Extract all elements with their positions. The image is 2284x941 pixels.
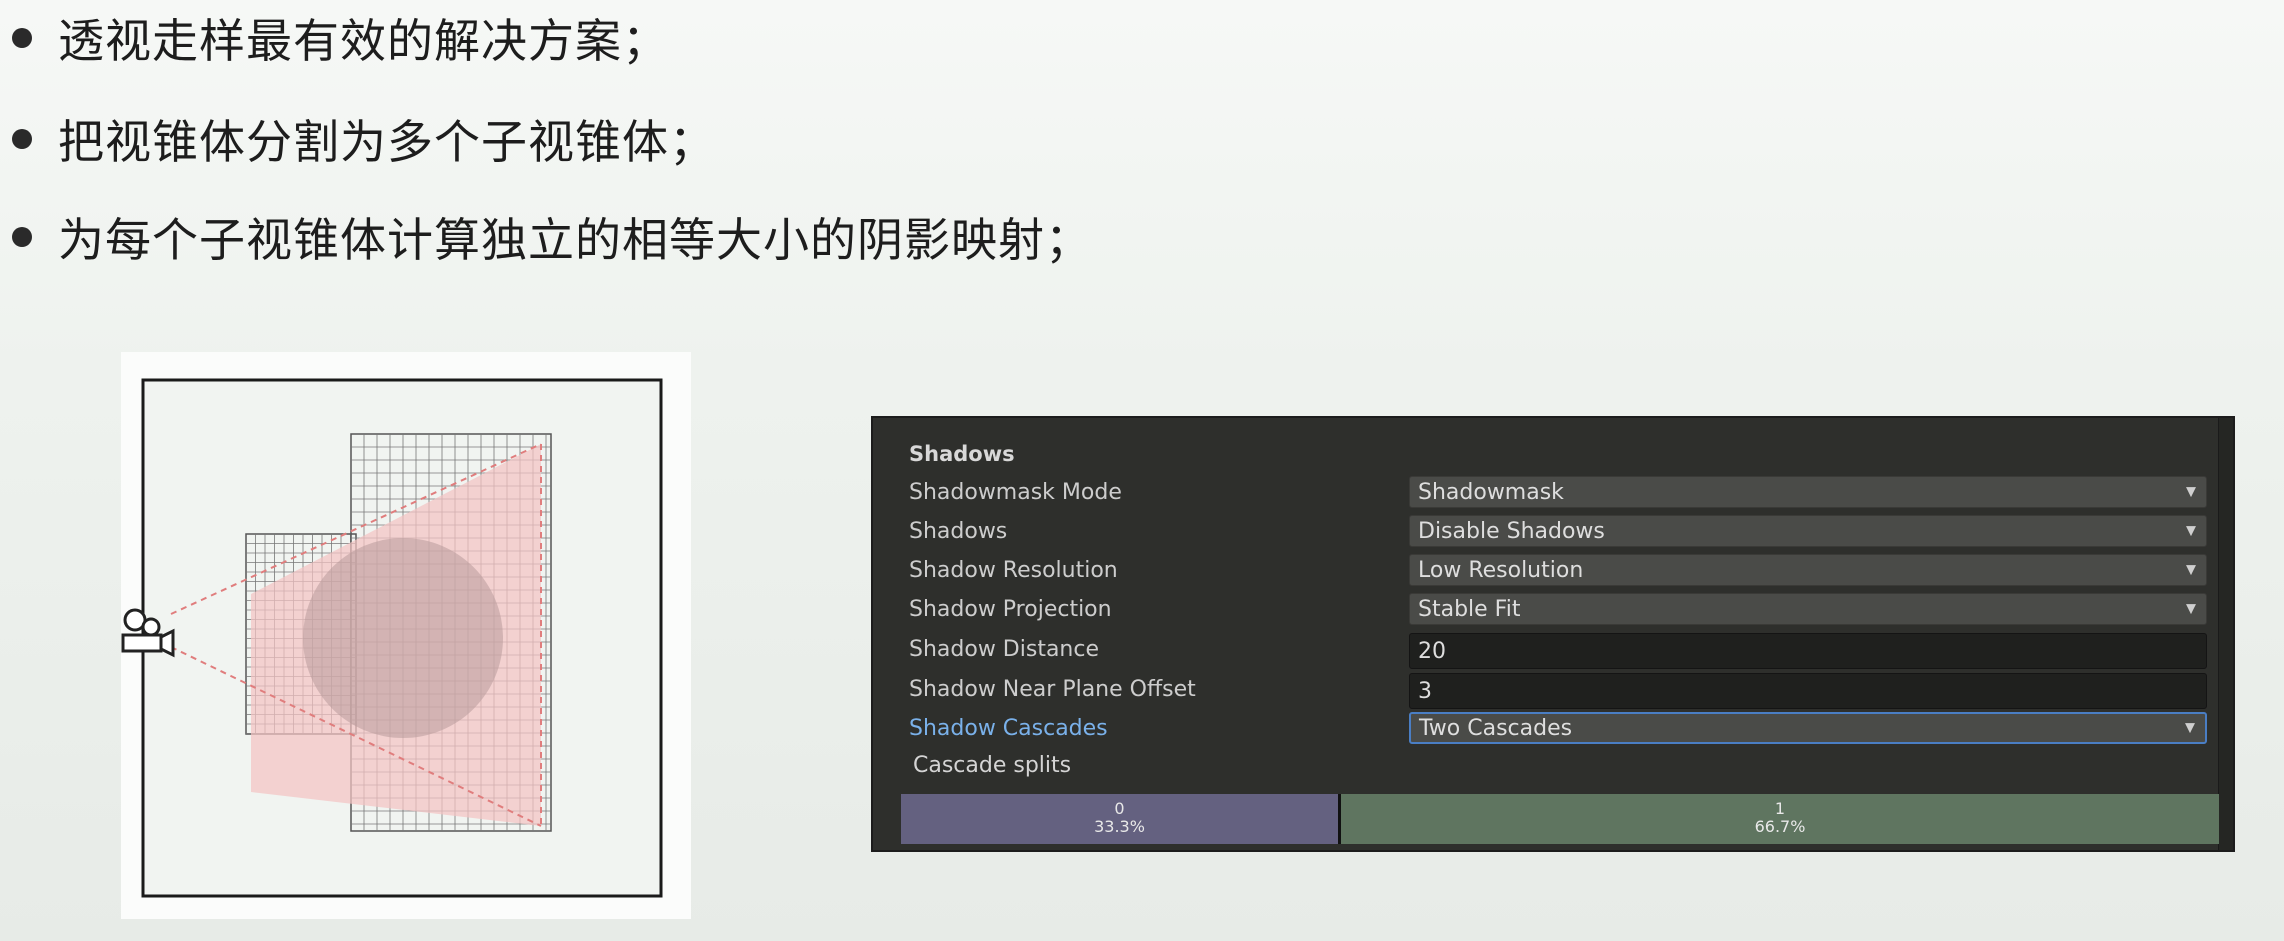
panel-scrollbar[interactable] xyxy=(2218,418,2233,850)
cascade-percent: 33.3% xyxy=(1094,817,1145,836)
cascade-split-0[interactable]: 0 33.3% xyxy=(901,794,1338,844)
dropdown-arrow-icon: ▼ xyxy=(2186,484,2196,500)
shadow-resolution-label: Shadow Resolution xyxy=(909,557,1118,583)
dropdown-arrow-icon: ▼ xyxy=(2186,523,2196,539)
dropdown-value: Low Resolution xyxy=(1418,557,1584,583)
cascade-splits-label: Cascade splits xyxy=(913,753,1072,778)
dropdown-arrow-icon: ▼ xyxy=(2186,562,2196,578)
bullet-dot-icon xyxy=(12,129,32,149)
dropdown-arrow-icon: ▼ xyxy=(2186,601,2196,617)
dropdown-value: Stable Fit xyxy=(1418,596,1521,622)
scene-sphere xyxy=(303,538,503,738)
shadows-settings-panel: Shadows Shadowmask Mode Shadowmask ▼ Sha… xyxy=(871,416,2235,852)
row-shadow-projection: Shadow Projection xyxy=(909,591,1112,627)
dropdown-value: Disable Shadows xyxy=(1418,518,1605,544)
cascade-split-1[interactable]: 1 66.7% xyxy=(1341,794,2219,844)
row-shadow-distance: Shadow Distance xyxy=(909,631,1099,667)
shadow-cascades-label: Shadow Cascades xyxy=(909,715,1108,741)
bullet-text: 把视锥体分割为多个子视锥体； xyxy=(58,115,716,169)
shadowmask-mode-dropdown[interactable]: Shadowmask ▼ xyxy=(1409,476,2207,508)
shadow-distance-label: Shadow Distance xyxy=(909,636,1099,662)
row-shadows: Shadows xyxy=(909,513,1007,549)
bullet-item: 为每个子视锥体计算独立的相等大小的阴影映射； xyxy=(0,202,1092,272)
input-value: 20 xyxy=(1418,638,1446,664)
dropdown-value: Shadowmask xyxy=(1418,479,1564,505)
shadows-label: Shadows xyxy=(909,518,1008,544)
cascade-split-bar: 0 33.3% 1 66.7% xyxy=(901,794,2219,844)
cascade-index: 1 xyxy=(1774,799,1786,818)
bullet-dot-icon xyxy=(12,28,32,48)
input-value: 3 xyxy=(1418,678,1432,704)
cascade-diagram xyxy=(121,352,691,919)
row-shadow-cascades: Shadow Cascades xyxy=(909,710,1108,746)
row-shadow-resolution: Shadow Resolution xyxy=(909,552,1118,588)
shadow-projection-dropdown[interactable]: Stable Fit ▼ xyxy=(1409,593,2207,625)
cascade-percent: 66.7% xyxy=(1754,817,1806,836)
shadow-near-plane-offset-label: Shadow Near Plane Offset xyxy=(909,676,1196,702)
section-header: Shadows xyxy=(909,442,1015,466)
bullet-item: 把视锥体分割为多个子视锥体； xyxy=(0,104,716,174)
cascade-diagram-svg xyxy=(121,378,663,898)
shadow-projection-label: Shadow Projection xyxy=(909,596,1112,622)
shadow-distance-input[interactable]: 20 xyxy=(1409,633,2207,669)
row-shadow-near-plane-offset: Shadow Near Plane Offset xyxy=(909,671,1196,707)
shadows-dropdown[interactable]: Disable Shadows ▼ xyxy=(1409,515,2207,547)
row-shadowmask-mode: Shadowmask Mode xyxy=(909,474,1122,510)
bullet-text: 透视走样最有效的解决方案； xyxy=(58,14,669,68)
dropdown-arrow-icon: ▼ xyxy=(2185,720,2195,736)
shadow-near-plane-offset-input[interactable]: 3 xyxy=(1409,673,2207,709)
bullet-item: 透视走样最有效的解决方案； xyxy=(0,3,669,73)
dropdown-value: Two Cascades xyxy=(1419,715,1573,741)
bullet-dot-icon xyxy=(12,227,32,247)
shadow-resolution-dropdown[interactable]: Low Resolution ▼ xyxy=(1409,554,2207,586)
cascade-index: 0 xyxy=(1114,799,1125,818)
shadowmask-mode-label: Shadowmask Mode xyxy=(909,479,1122,505)
shadow-cascades-dropdown[interactable]: Two Cascades ▼ xyxy=(1409,712,2207,744)
bullet-text: 为每个子视锥体计算独立的相等大小的阴影映射； xyxy=(58,213,1092,267)
